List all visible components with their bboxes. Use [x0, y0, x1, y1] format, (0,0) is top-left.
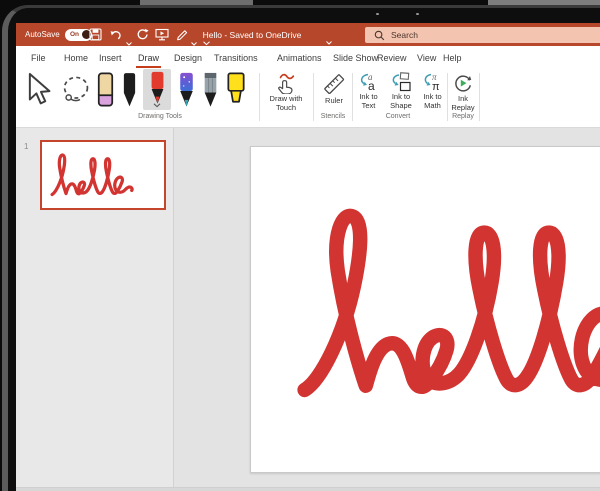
red-pen-button-selected[interactable]	[143, 69, 171, 110]
search-placeholder: Search	[391, 30, 418, 40]
slide-thumbnail[interactable]	[40, 140, 166, 210]
yellow-highlighter-button[interactable]	[225, 72, 247, 113]
ribbon: Drawing Tools Draw with Touch Ruler Sten…	[16, 70, 600, 128]
ink-to-math-button[interactable]: π π Ink to Math	[418, 70, 447, 110]
galaxy-pen-icon	[177, 72, 196, 108]
ink-replay-button[interactable]: Ink Replay	[446, 70, 480, 112]
highlighter-icon	[225, 72, 247, 108]
select-tool-button[interactable]	[22, 72, 56, 111]
bezel-reflection	[416, 13, 419, 15]
pencil-button[interactable]	[201, 72, 220, 113]
galaxy-pen-button[interactable]	[177, 72, 196, 113]
ink-to-text-button[interactable]: a a Ink to Text	[353, 70, 384, 110]
pencil-icon	[201, 72, 220, 108]
tab-slide-show[interactable]: Slide Show	[331, 46, 380, 70]
draw-with-touch-label: Draw with Touch	[261, 95, 311, 112]
touch-hand-icon	[272, 72, 300, 94]
red-pen-icon	[148, 71, 167, 105]
ruler-button[interactable]: Ruler	[317, 70, 351, 106]
autosave-state-label: On	[70, 31, 79, 38]
ink-to-text-label: Ink to Text	[353, 93, 384, 110]
powerpoint-window: AutoSave On Hello - Saved to OneDri	[16, 23, 600, 491]
group-label-convert: Convert	[368, 113, 428, 125]
eraser-icon	[96, 72, 115, 108]
title-bar: AutoSave On Hello - Saved to OneDri	[16, 23, 600, 46]
tab-transitions[interactable]: Transitions	[212, 46, 260, 70]
tab-file[interactable]: File	[29, 46, 48, 70]
tab-design[interactable]: Design	[172, 46, 204, 70]
workspace: 1	[16, 128, 600, 491]
search-input[interactable]: Search	[365, 27, 600, 43]
lasso-select-button[interactable]	[60, 75, 92, 110]
autosave-label: AutoSave	[25, 30, 60, 39]
ink-to-math-label: Ink to Math	[418, 93, 447, 110]
group-label-stencils: Stencils	[313, 113, 353, 125]
ink-to-text-icon: a a	[358, 72, 380, 92]
document-title: Hello - Saved to OneDrive	[182, 30, 322, 40]
group-label-replay: Replay	[443, 113, 483, 125]
tab-home[interactable]: Home	[62, 46, 90, 70]
ink-to-shape-label: Ink to Shape	[385, 93, 417, 110]
group-separator	[259, 73, 260, 121]
eraser-tool-button[interactable]	[96, 72, 115, 113]
tab-view[interactable]: View	[415, 46, 438, 70]
ink-replay-label: Ink Replay	[446, 95, 480, 112]
tab-help[interactable]: Help	[441, 46, 464, 70]
black-pen-icon	[120, 72, 139, 108]
slide-number: 1	[24, 142, 28, 151]
group-separator	[479, 73, 480, 121]
bezel-reflection	[376, 13, 379, 15]
ink-hello-thumbnail	[49, 144, 157, 208]
slideshow-icon[interactable]	[155, 28, 169, 41]
search-icon	[374, 30, 385, 41]
undo-icon[interactable]	[109, 28, 123, 41]
select-arrow-icon	[22, 72, 56, 106]
pen-options-chevron-icon	[153, 103, 161, 108]
slide-canvas[interactable]	[250, 146, 600, 473]
ruler-label: Ruler	[317, 97, 351, 106]
tab-draw[interactable]: Draw	[136, 46, 161, 70]
save-icon[interactable]	[89, 28, 103, 41]
black-pen-button[interactable]	[120, 72, 139, 113]
tab-animations[interactable]: Animations	[275, 46, 324, 70]
svg-text:a: a	[368, 79, 375, 92]
ink-hello-drawing	[291, 167, 600, 448]
ink-to-math-icon: π π	[422, 72, 444, 92]
ink-to-shape-icon	[390, 72, 412, 92]
autosave-toggle[interactable]: On	[65, 29, 92, 41]
draw-with-touch-button[interactable]: Draw with Touch	[261, 70, 311, 112]
bottom-strip	[16, 487, 600, 491]
tab-review[interactable]: Review	[375, 46, 409, 70]
ruler-icon	[321, 72, 347, 96]
ribbon-tab-strip: File Home Insert Draw Design Transitions…	[16, 46, 600, 70]
ink-replay-icon	[451, 72, 475, 94]
ink-to-shape-button[interactable]: Ink to Shape	[385, 70, 417, 110]
slide-thumbnail-panel: 1	[16, 128, 174, 491]
lasso-icon	[60, 75, 92, 105]
svg-text:π: π	[432, 81, 440, 92]
group-label-drawing-tools: Drawing Tools	[110, 113, 210, 125]
redo-icon[interactable]	[136, 28, 150, 41]
tab-insert[interactable]: Insert	[97, 46, 124, 70]
